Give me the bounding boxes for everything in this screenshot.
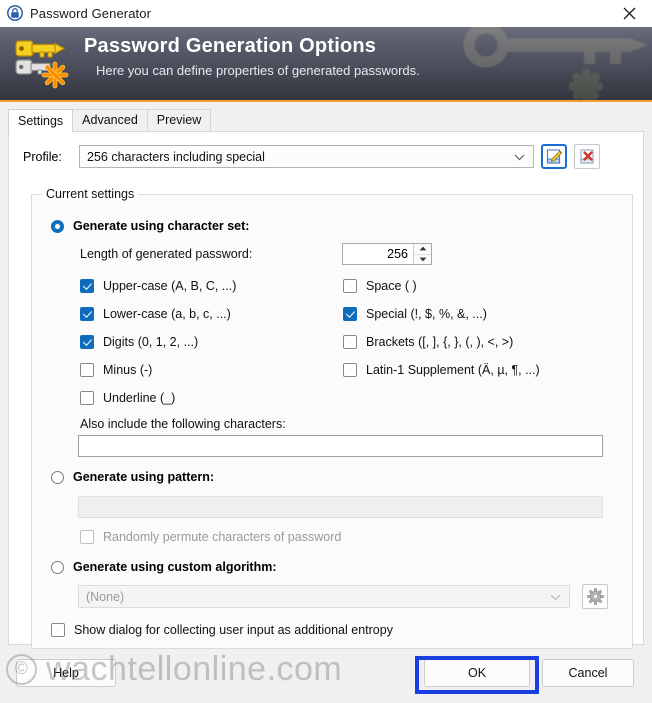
dialog-footer: Help OK Cancel xyxy=(0,643,652,703)
checkbox-label: Randomly permute characters of password xyxy=(103,530,342,544)
tab-preview[interactable]: Preview xyxy=(146,109,212,131)
checkbox-label: Digits (0, 1, 2, ...) xyxy=(103,335,199,349)
tab-settings[interactable]: Settings xyxy=(8,109,74,132)
checkbox-label: Brackets ([, ], {, }, (, ), <, >) xyxy=(366,335,514,349)
pattern-value xyxy=(79,497,602,503)
current-settings-label: Current settings xyxy=(42,187,139,201)
checkbox-lower-case[interactable]: Lower-case (a, b, c, ...) xyxy=(80,307,231,321)
checkbox-latin1-supplement[interactable]: Latin-1 Supplement (Ä, µ, ¶, ...) xyxy=(343,363,540,377)
checkbox-indicator xyxy=(80,279,94,293)
radio-indicator-custom xyxy=(51,560,64,574)
checkbox-indicator xyxy=(80,335,94,349)
checkbox-special[interactable]: Special (!, $, %, &, ...) xyxy=(343,307,487,321)
checkbox-brackets[interactable]: Brackets ([, ], {, }, (, ), <, >) xyxy=(343,335,513,349)
checkbox-label: Lower-case (a, b, c, ...) xyxy=(103,307,231,321)
length-label: Length of generated password: xyxy=(80,247,253,261)
help-button[interactable]: Help xyxy=(16,659,116,687)
radio-generate-using-pattern[interactable]: Generate using pattern: xyxy=(51,470,214,484)
checkbox-digits[interactable]: Digits (0, 1, 2, ...) xyxy=(80,335,198,349)
checkbox-upper-case[interactable]: Upper-case (A, B, C, ...) xyxy=(80,279,236,293)
checkbox-indicator xyxy=(343,363,357,377)
profile-combobox[interactable]: 256 characters including special xyxy=(79,145,534,168)
profile-label: Profile: xyxy=(23,149,62,164)
checkbox-indicator xyxy=(343,307,357,321)
checkbox-label: Minus (-) xyxy=(103,363,153,377)
radio-label-charset: Generate using character set: xyxy=(73,219,250,233)
gear-icon[interactable] xyxy=(582,584,608,609)
checkbox-indicator xyxy=(51,623,65,637)
checkbox-indicator xyxy=(80,307,94,321)
close-icon[interactable] xyxy=(606,0,652,26)
checkbox-minus[interactable]: Minus (-) xyxy=(80,363,152,377)
chevron-down-icon xyxy=(514,150,525,164)
padlock-icon xyxy=(7,5,23,21)
key-star-icon xyxy=(12,37,70,91)
current-settings-group: Current settings Generate using characte… xyxy=(31,187,633,649)
custom-algorithm-value: (None) xyxy=(86,589,125,604)
checkbox-label: Upper-case (A, B, C, ...) xyxy=(103,279,237,293)
also-include-label: Also include the following characters: xyxy=(80,417,286,431)
checkbox-randomly-permute[interactable]: Randomly permute characters of password xyxy=(80,530,341,544)
checkbox-space[interactable]: Space ( ) xyxy=(343,279,417,293)
delete-profile-icon[interactable] xyxy=(574,144,600,169)
also-include-value xyxy=(79,436,602,442)
custom-algorithm-combobox[interactable]: (None) xyxy=(78,585,570,608)
checkbox-indicator xyxy=(343,279,357,293)
tab-advanced[interactable]: Advanced xyxy=(72,109,148,131)
stepper-buttons[interactable] xyxy=(413,244,431,264)
radio-label-custom: Generate using custom algorithm: xyxy=(73,560,277,574)
checkbox-label: Underline (_) xyxy=(103,391,176,405)
banner-title: Password Generation Options xyxy=(84,35,377,57)
also-include-input[interactable] xyxy=(78,435,603,457)
radio-indicator-pattern xyxy=(51,470,64,484)
password-length-value: 256 xyxy=(387,247,408,261)
checkbox-indicator xyxy=(80,363,94,377)
profile-value: 256 characters including special xyxy=(87,149,265,164)
checkbox-indicator xyxy=(80,391,94,405)
radio-label-pattern: Generate using pattern: xyxy=(73,470,214,484)
settings-tab-page: Profile: 256 characters including specia… xyxy=(8,131,644,649)
dialog-banner: Password Generation Options Here you can… xyxy=(0,27,652,102)
window-title: Password Generator xyxy=(30,5,152,21)
password-length-stepper[interactable]: 256 xyxy=(342,243,432,265)
banner-subtitle: Here you can define properties of genera… xyxy=(96,63,420,78)
radio-indicator-charset xyxy=(51,219,64,233)
checkbox-indicator xyxy=(80,530,94,544)
pattern-input[interactable] xyxy=(78,496,603,518)
checkbox-label: Latin-1 Supplement (Ä, µ, ¶, ...) xyxy=(366,363,540,377)
profile-row: Profile: 256 characters including specia… xyxy=(23,144,643,169)
checkbox-label: Space ( ) xyxy=(366,279,417,293)
radio-generate-using-character-set[interactable]: Generate using character set: xyxy=(51,219,249,233)
banner-watermark-key-icon xyxy=(434,27,652,100)
radio-generate-using-custom-algorithm[interactable]: Generate using custom algorithm: xyxy=(51,560,277,574)
checkbox-label: Special (!, $, %, &, ...) xyxy=(366,307,487,321)
checkbox-show-entropy-dialog[interactable]: Show dialog for collecting user input as… xyxy=(51,623,393,637)
edit-profile-icon[interactable] xyxy=(541,144,567,169)
stepper-down-icon[interactable] xyxy=(414,255,431,265)
ok-button[interactable]: OK xyxy=(424,659,530,687)
tab-strip: Settings Advanced Preview xyxy=(8,109,652,132)
chevron-down-icon xyxy=(550,590,561,604)
checkbox-indicator xyxy=(343,335,357,349)
cancel-button[interactable]: Cancel xyxy=(542,659,634,687)
stepper-up-icon[interactable] xyxy=(414,244,431,255)
checkbox-label: Show dialog for collecting user input as… xyxy=(74,623,393,637)
checkbox-underline[interactable]: Underline (_) xyxy=(80,391,175,405)
title-bar: Password Generator xyxy=(0,0,652,27)
